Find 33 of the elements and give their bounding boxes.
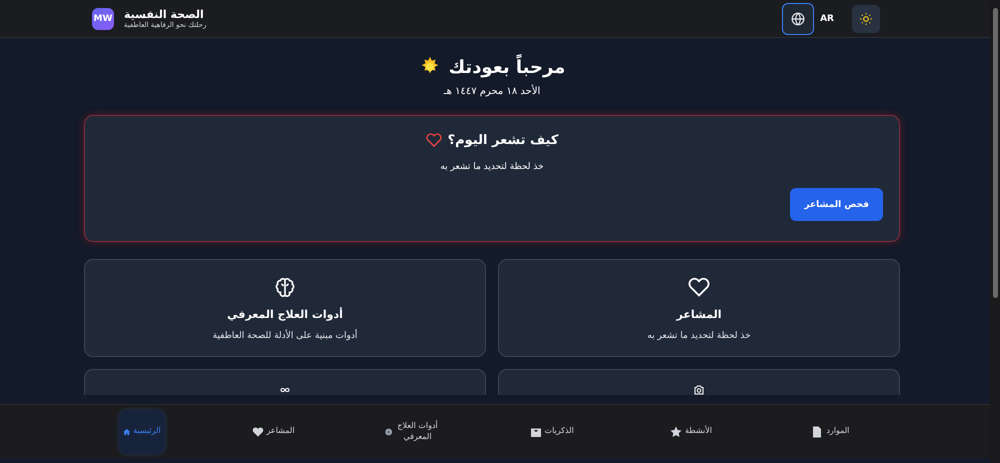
app-title: الصحة النفسية <box>124 8 204 21</box>
brain-icon <box>274 276 296 298</box>
box-icon <box>530 426 542 438</box>
logo: MW <box>92 8 114 30</box>
globe-icon <box>791 12 806 26</box>
star-icon <box>670 426 682 438</box>
mood-title: كيف تشعر اليوم؟ <box>448 132 558 148</box>
heart-icon <box>688 276 710 298</box>
document-icon <box>811 426 824 438</box>
feature-description: أدوات مبنية على الأدلة للصحة العاطفية <box>212 331 358 341</box>
nav-tab[interactable]: الرئيسية <box>118 410 165 454</box>
mood-text: خذ لحظة لتحديد ما تشعر به <box>440 162 544 172</box>
nav-tab[interactable]: الذكريات <box>520 410 583 454</box>
check-feelings-button[interactable]: فحص المشاعر <box>790 188 883 221</box>
language-label: AR <box>820 14 834 24</box>
scrollbar[interactable] <box>990 0 1000 463</box>
circle-icon <box>385 426 393 438</box>
nav-tab[interactable]: الأنشطة <box>660 410 722 454</box>
nav-tab[interactable]: المشاعر <box>242 410 304 454</box>
heart-icon <box>426 132 442 148</box>
date-text: الأحد ١٨ محرم ١٤٤٧ هـ <box>444 86 540 97</box>
feature-title: أدوات العلاج المعرفي <box>227 308 343 321</box>
language-button[interactable] <box>782 2 814 34</box>
nav-tab[interactable]: أدوات العلاج المعرفي <box>381 410 444 454</box>
theme-toggle-button[interactable] <box>852 4 880 32</box>
welcome-title: مرحباً بعودتك <box>448 56 566 78</box>
heart-icon <box>252 426 264 438</box>
sun-icon <box>859 12 873 26</box>
feature-title: المشاعر <box>676 308 722 321</box>
feature-description: خذ لحظة لتحديد ما تشعر به <box>647 331 751 341</box>
feature-card[interactable]: المشاعر خذ لحظة لتحديد ما تشعر به <box>498 259 900 357</box>
nav-tab[interactable]: الموارد <box>799 410 862 454</box>
feature-card[interactable]: أدوات العلاج المعرفي أدوات مبنية على الأدلة للصحة العاطفية <box>84 259 486 357</box>
